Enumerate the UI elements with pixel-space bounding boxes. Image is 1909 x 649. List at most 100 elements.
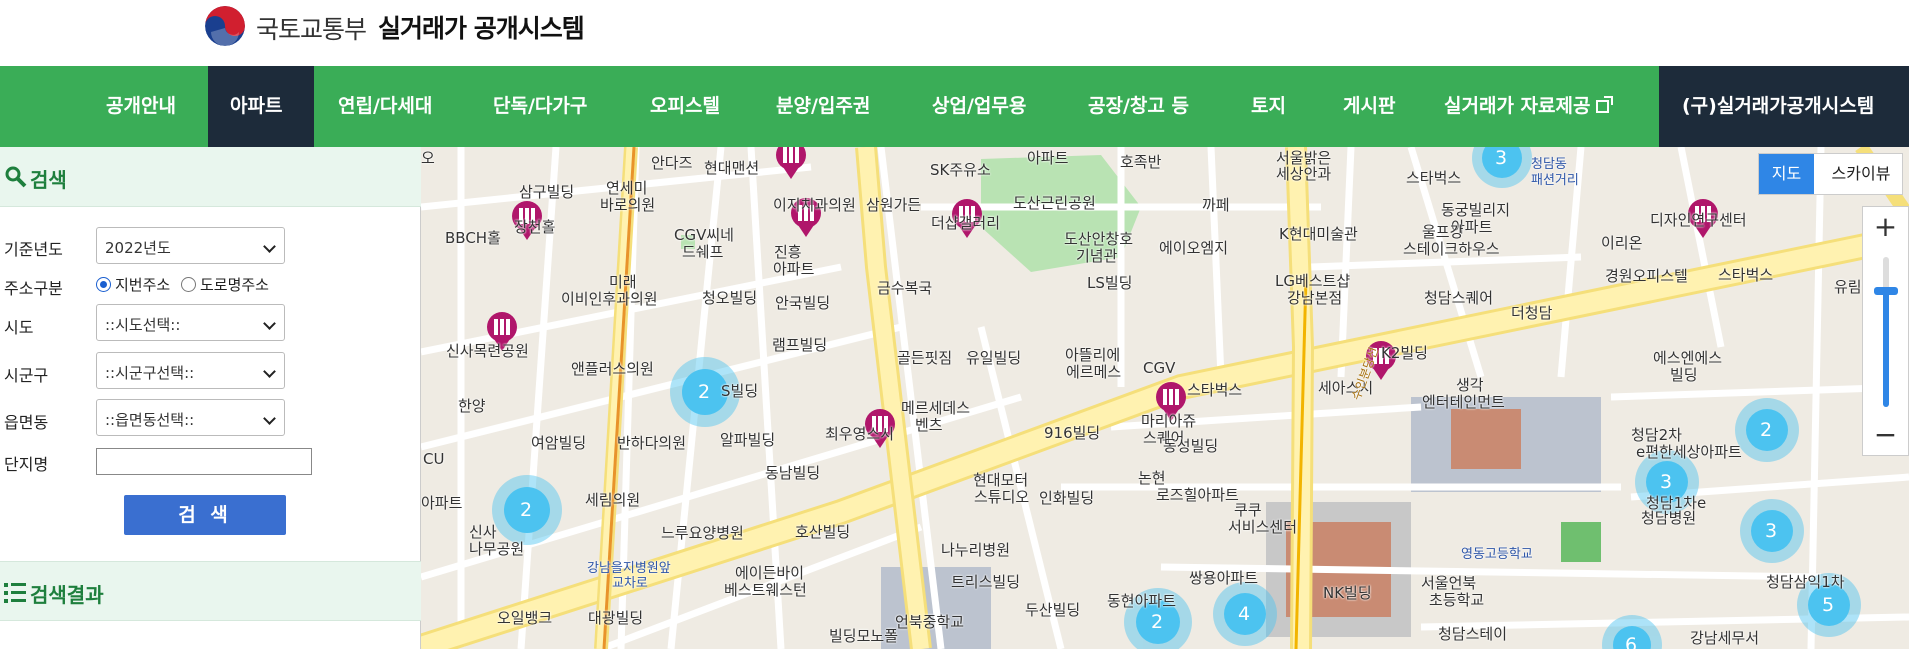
- sido-select[interactable]: ::시도선택::: [96, 304, 285, 341]
- sido-select-value: ::시도선택::: [105, 316, 181, 334]
- map-label: 에르메스: [1066, 363, 1122, 381]
- map-label: LS빌딩: [1087, 274, 1133, 292]
- map-label: 최우영스시: [825, 425, 895, 443]
- cluster-count[interactable]: 4: [1238, 603, 1250, 625]
- map-label: 청담스퀘어: [1424, 289, 1494, 307]
- map-label: 청담스테이: [1438, 625, 1508, 643]
- map-label: 교차로: [612, 576, 648, 591]
- nav-item-land[interactable]: 토지: [1251, 66, 1286, 147]
- cluster-count[interactable]: 5: [1822, 594, 1834, 616]
- map-label: 디자인연구센터: [1650, 211, 1747, 229]
- zoom-out-button[interactable]: −: [1863, 415, 1908, 455]
- eupmyeondong-label: 읍면동: [4, 413, 49, 432]
- chevron-down-icon: [263, 240, 276, 253]
- nav-item-officetel[interactable]: 오피스텔: [650, 66, 720, 147]
- zoom-in-button[interactable]: +: [1863, 207, 1908, 247]
- results-panel-title: 검색결과: [30, 583, 104, 607]
- zoom-control: + −: [1862, 206, 1909, 456]
- map-label: 까페: [1202, 196, 1230, 214]
- map-label: 램프빌딩: [772, 336, 828, 354]
- brand-ministry[interactable]: 국토교통부: [256, 10, 367, 46]
- map-label: 영동고등학교: [1461, 547, 1533, 562]
- map-label: 세림의원: [585, 491, 641, 509]
- nav-item-data-provision[interactable]: 실거래가 자료제공: [1444, 66, 1614, 147]
- map-label: 벤츠: [915, 416, 943, 434]
- map-label: 드쉐프: [682, 243, 724, 261]
- nav-item-legacy-system[interactable]: (구)실거래가공개시스템: [1659, 66, 1909, 147]
- complex-name-input[interactable]: [96, 448, 312, 475]
- cluster-count[interactable]: 3: [1765, 520, 1777, 542]
- map-type-map-button[interactable]: 지도: [1759, 154, 1814, 194]
- map-label: 바로의원: [600, 196, 656, 214]
- map-label: 경원오피스텔: [1605, 267, 1688, 285]
- address-type-label: 주소구분: [4, 279, 63, 298]
- nav-item-board[interactable]: 게시판: [1343, 66, 1395, 147]
- search-button[interactable]: 검 색: [124, 495, 286, 535]
- brand-title[interactable]: 실거래가 공개시스템: [378, 9, 585, 45]
- nav-item-presale[interactable]: 분양/입주권: [776, 66, 870, 147]
- map-type-skyview-button[interactable]: 스카이뷰: [1821, 154, 1901, 194]
- map-label: 현대맨션: [704, 159, 760, 177]
- sido-label: 시도: [4, 318, 34, 337]
- search-panel-header: 검색: [0, 147, 421, 207]
- radio-lot-address[interactable]: [96, 277, 111, 292]
- nav-item-detached[interactable]: 단독/다가구: [493, 66, 587, 147]
- nav-item-guide[interactable]: 공개안내: [82, 66, 210, 147]
- nav-item-rowhouse[interactable]: 연립/다세대: [338, 66, 432, 147]
- sigungu-select[interactable]: ::시군구선택::: [96, 352, 285, 389]
- map-view[interactable]: 3 2 2 2 3 3 2 4 5 6 오 안다즈 현대맨션 SK주유소 아파트…: [421, 147, 1909, 649]
- map-label: 동남빌딩: [765, 464, 821, 482]
- radio-lot-address-label[interactable]: 지번주소: [115, 276, 170, 294]
- map-label: 초등학교: [1429, 591, 1485, 609]
- site-header: 국토교통부 실거래가 공개시스템: [0, 0, 1909, 66]
- map-label: 더청담: [1511, 304, 1553, 322]
- chevron-down-icon: [263, 365, 276, 378]
- external-link-icon: [1596, 96, 1614, 113]
- map-label: 인화빌딩: [1039, 489, 1095, 507]
- nav-item-apartment[interactable]: 아파트: [208, 66, 314, 147]
- map-label: e편한세상아파트: [1636, 443, 1742, 461]
- map-type-toggle: 지도 스카이뷰: [1758, 153, 1903, 195]
- cluster-count[interactable]: 2: [520, 499, 532, 521]
- zoom-slider-handle[interactable]: [1874, 287, 1898, 295]
- cluster-count[interactable]: 3: [1495, 147, 1507, 169]
- nav-item-commercial[interactable]: 상업/업무용: [932, 66, 1026, 147]
- map-label: 스튜디오: [974, 488, 1030, 506]
- nav-item-factory[interactable]: 공장/창고 등: [1088, 66, 1189, 147]
- map-label: 여암빌딩: [531, 434, 587, 452]
- radio-road-address-label[interactable]: 도로명주소: [200, 276, 269, 294]
- eupmyeondong-select[interactable]: ::읍면동선택::: [96, 399, 285, 436]
- map-label: 삼원가든: [866, 196, 922, 214]
- map-label: 삼구빌딩: [519, 183, 575, 201]
- map-label: 호족반: [1120, 153, 1162, 171]
- map-label: 세상안과: [1276, 165, 1332, 183]
- cluster-count[interactable]: 6: [1625, 634, 1637, 649]
- map-label: 스타벅스: [1718, 266, 1774, 284]
- map-label: CU: [423, 450, 445, 468]
- map-label: 이지치과의원: [773, 196, 856, 214]
- cluster-count[interactable]: 2: [698, 381, 710, 403]
- map-label: 나누리병원: [941, 541, 1011, 559]
- map-label: 아파트: [1027, 149, 1069, 167]
- map-label: 트리스빌딩: [951, 573, 1021, 591]
- cluster-count[interactable]: 2: [1760, 419, 1772, 441]
- map-label: 쌍용아파트: [1189, 569, 1259, 587]
- map-label: 패션거리: [1531, 173, 1579, 188]
- map-label: 청담병원: [1641, 509, 1697, 527]
- chevron-down-icon: [263, 412, 276, 425]
- search-icon: [5, 166, 27, 188]
- year-select-value: 2022년도: [105, 239, 171, 257]
- complex-name-label: 단지명: [4, 455, 49, 474]
- government-logo-icon[interactable]: [205, 6, 245, 46]
- cluster-count[interactable]: 2: [1151, 611, 1163, 633]
- cluster-count[interactable]: 3: [1660, 471, 1672, 493]
- radio-road-address[interactable]: [180, 277, 196, 292]
- year-select[interactable]: 2022년도: [96, 227, 285, 264]
- year-label: 기준년도: [4, 240, 63, 259]
- map-label: 느루요양병원: [661, 524, 744, 542]
- map-label: 골든핏짐: [897, 349, 953, 367]
- map-label: 알파빌딩: [720, 431, 776, 449]
- map-label: 장천홀: [514, 218, 556, 236]
- map-label: 나무공원: [469, 540, 525, 558]
- results-panel-header: 검색결과: [0, 561, 421, 621]
